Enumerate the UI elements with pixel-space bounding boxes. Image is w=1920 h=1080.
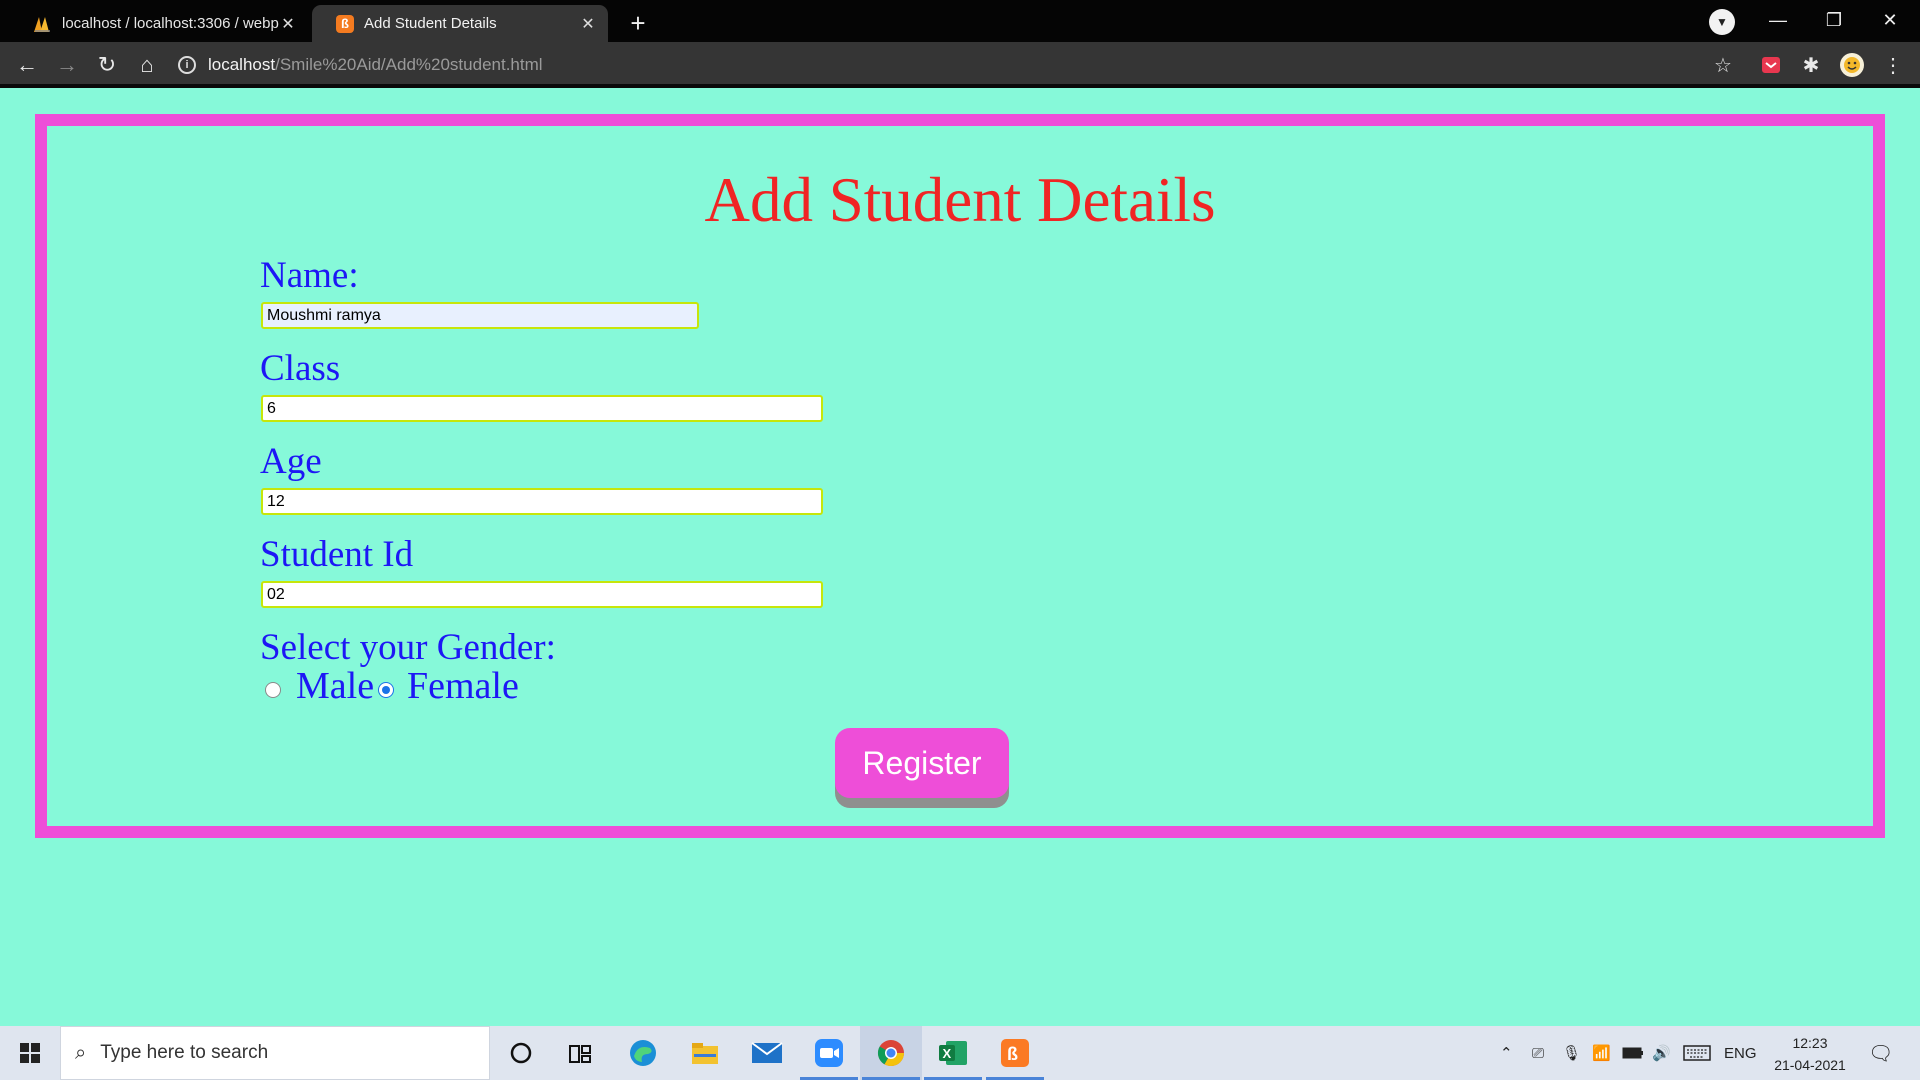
clock-time: 12:23 xyxy=(1792,1035,1828,1051)
edge-icon[interactable] xyxy=(612,1026,674,1080)
age-input[interactable]: 12 xyxy=(261,488,823,515)
female-radio[interactable] xyxy=(378,682,394,698)
tab-phpmyadmin[interactable]: localhost / localhost:3306 / webp ✕ xyxy=(8,5,308,42)
windows-taskbar: ⌕ Type here to search X ß ⌃ ⎚ 🎙 📶 🔊 ENG … xyxy=(0,1026,1920,1080)
xampp-favicon-icon: ß xyxy=(336,14,354,33)
student-form-container: Add Student Details Name: Moushmi ramya … xyxy=(35,114,1885,838)
site-info-icon[interactable]: i xyxy=(178,56,196,74)
excel-icon[interactable]: X xyxy=(922,1026,984,1080)
keyboard-icon[interactable] xyxy=(1683,1026,1711,1080)
restore-icon[interactable]: ❐ xyxy=(1806,0,1862,40)
student-id-label: Student Id xyxy=(260,534,414,575)
register-button[interactable]: Register xyxy=(835,728,1009,798)
search-placeholder: Type here to search xyxy=(100,1042,269,1063)
address-bar[interactable]: i localhost /Smile%20Aid/Add%20student.h… xyxy=(178,48,1733,82)
tab-search-icon[interactable]: ▼ xyxy=(1709,9,1735,35)
chrome-icon[interactable] xyxy=(860,1026,922,1080)
extensions-puzzle-icon[interactable]: ✱ xyxy=(1798,52,1824,78)
student-id-input[interactable]: 02 xyxy=(261,581,823,608)
home-icon[interactable]: ⌂ xyxy=(132,50,162,80)
pocket-extension-icon[interactable] xyxy=(1758,52,1784,78)
back-icon[interactable]: ← xyxy=(12,50,42,80)
male-radio[interactable] xyxy=(265,682,281,698)
cortana-icon[interactable] xyxy=(490,1026,552,1080)
volume-icon[interactable]: 🔊 xyxy=(1652,1026,1671,1080)
reload-icon[interactable]: ↻ xyxy=(92,50,122,80)
tab-title: localhost / localhost:3306 / webp xyxy=(62,15,279,32)
meet-now-icon[interactable]: ⎚ xyxy=(1532,1026,1544,1080)
new-tab-button[interactable]: + xyxy=(622,7,654,39)
taskbar-search[interactable]: ⌕ Type here to search xyxy=(60,1026,490,1080)
svg-text:X: X xyxy=(943,1046,952,1061)
tray-overflow-icon[interactable]: ⌃ xyxy=(1500,1026,1513,1080)
clock-date: 21-04-2021 xyxy=(1774,1057,1846,1073)
tab-add-student[interactable]: ß Add Student Details ✕ xyxy=(312,5,608,42)
svg-text:ß: ß xyxy=(1007,1044,1018,1064)
close-window-icon[interactable]: ✕ xyxy=(1862,0,1918,40)
forward-icon[interactable]: → xyxy=(52,50,82,80)
mail-icon[interactable] xyxy=(736,1026,798,1080)
gender-label: Select your Gender: xyxy=(260,627,556,668)
file-explorer-icon[interactable] xyxy=(674,1026,736,1080)
name-label: Name: xyxy=(260,255,359,296)
language-indicator[interactable]: ENG xyxy=(1724,1026,1757,1080)
xampp-icon[interactable]: ß xyxy=(984,1026,1046,1080)
windows-logo-icon xyxy=(20,1043,40,1063)
search-icon: ⌕ xyxy=(75,1041,87,1064)
tab-close-icon[interactable]: ✕ xyxy=(280,14,296,34)
page-title: Add Student Details xyxy=(704,165,1216,235)
profile-avatar[interactable] xyxy=(1839,52,1865,78)
microphone-icon[interactable]: 🎙 xyxy=(1562,1026,1581,1080)
phpmyadmin-icon xyxy=(34,16,50,32)
notifications-icon[interactable]: 🗨 xyxy=(1868,1026,1893,1080)
male-radio-label: Male xyxy=(296,665,375,707)
class-input[interactable]: 6 xyxy=(261,395,823,422)
name-input[interactable]: Moushmi ramya xyxy=(261,302,699,329)
network-icon[interactable]: 📶 xyxy=(1592,1026,1611,1080)
female-radio-label: Female xyxy=(407,665,519,707)
class-label: Class xyxy=(260,348,341,389)
browser-tab-bar: localhost / localhost:3306 / webp ✕ ß Ad… xyxy=(0,0,1920,42)
url-host: localhost xyxy=(208,55,276,74)
start-button[interactable] xyxy=(0,1026,60,1080)
tab-close-icon[interactable]: ✕ xyxy=(580,14,596,34)
bookmark-star-icon[interactable]: ☆ xyxy=(1710,52,1736,78)
minimize-icon[interactable]: — xyxy=(1750,0,1806,40)
task-view-icon[interactable] xyxy=(549,1026,611,1080)
browser-menu-icon[interactable]: ⋮ xyxy=(1880,52,1906,78)
toolbar-divider xyxy=(0,84,1920,88)
browser-toolbar: ← → ↻ ⌂ i localhost /Smile%20Aid/Add%20s… xyxy=(0,42,1920,88)
clock[interactable]: 12:23 21-04-2021 xyxy=(1764,1032,1856,1076)
zoom-icon[interactable] xyxy=(798,1026,860,1080)
age-label: Age xyxy=(260,441,322,482)
url-path: /Smile%20Aid/Add%20student.html xyxy=(275,55,543,74)
tab-title: Add Student Details xyxy=(364,15,497,32)
battery-icon[interactable] xyxy=(1622,1026,1644,1080)
